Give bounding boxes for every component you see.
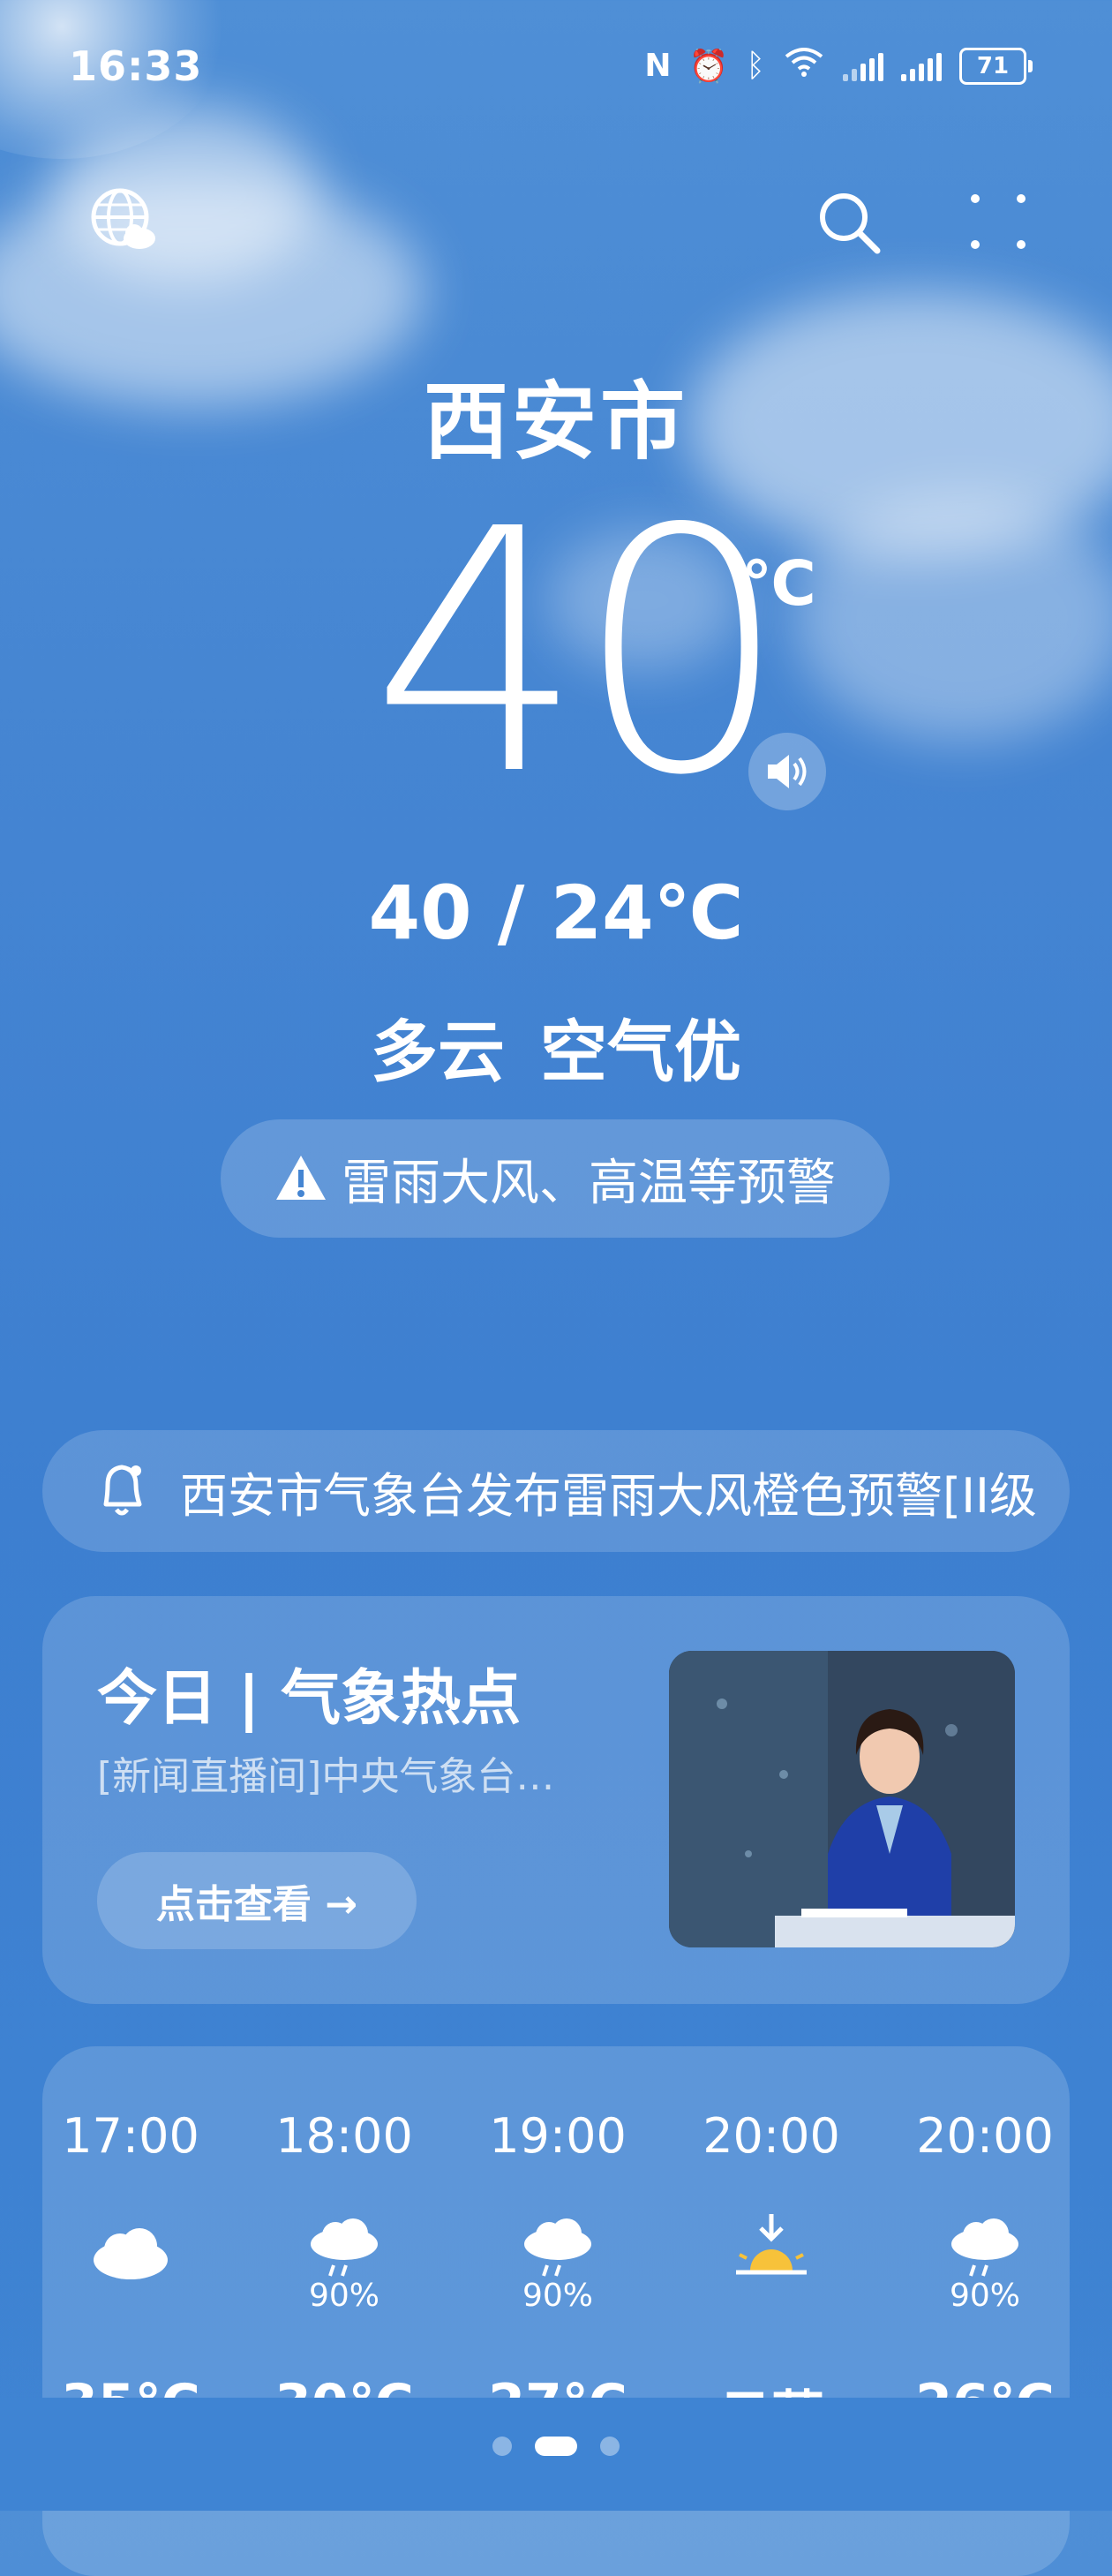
- alarm-icon: ⏰: [688, 48, 729, 85]
- bluetooth-icon: ᛒ: [746, 48, 765, 84]
- rain-icon: [514, 2214, 602, 2285]
- speaker-icon: [768, 755, 807, 788]
- page-dot[interactable]: [492, 2437, 512, 2456]
- globe-weather-icon[interactable]: [88, 185, 159, 260]
- signal-icon: [843, 51, 883, 81]
- temperature-unit: ℃: [741, 547, 816, 620]
- condition-line: 多云 空气优: [0, 998, 1112, 1095]
- cloudy-icon: [86, 2214, 175, 2285]
- precip-chance: 90%: [522, 2278, 593, 2314]
- weather-condition: 多云: [371, 1013, 505, 1091]
- status-bar: 16:33 N ⏰ ᛒ 71: [0, 42, 1112, 95]
- sunset-icon: [727, 2214, 815, 2285]
- temperature-range: 40 / 24℃: [368, 870, 744, 956]
- wifi-icon: [783, 46, 825, 86]
- alert-banner[interactable]: 西安市气象台发布雷雨大风橙色预警[II级: [42, 1430, 1070, 1552]
- status-icons: N ⏰ ᛒ 71: [644, 46, 1033, 86]
- weather-hot-card[interactable]: 今日 | 气象热点 [新闻直播间]中央气象台… 点击查看 →: [42, 1596, 1070, 2004]
- hour-time: 20:00: [703, 2108, 840, 2164]
- card-title: 今日 | 气象热点: [97, 1664, 522, 1734]
- status-time: 16:33: [69, 42, 203, 90]
- hour-time: 17:00: [62, 2108, 199, 2164]
- precip-chance: 90%: [949, 2278, 1020, 2314]
- nfc-icon: N: [644, 48, 672, 84]
- alert-text: 西安市气象台发布雷雨大风橙色预警[II级: [180, 1467, 1037, 1524]
- rain-icon: [300, 2214, 388, 2285]
- signal-icon: [901, 51, 942, 81]
- hour-time: 19:00: [489, 2108, 627, 2164]
- warning-pill[interactable]: 雷雨大风、高温等预警: [221, 1119, 890, 1238]
- hour-time: 18:00: [275, 2108, 413, 2164]
- speaker-button[interactable]: [748, 733, 826, 810]
- view-button[interactable]: 点击查看 →: [97, 1852, 417, 1949]
- warning-icon: [276, 1156, 326, 1200]
- cloud-decoration: [794, 494, 1112, 742]
- warning-text: 雷雨大风、高温等预警: [342, 1154, 836, 1212]
- battery-level: 71: [959, 47, 1026, 85]
- page-indicator[interactable]: [0, 2437, 1112, 2456]
- search-icon[interactable]: [815, 189, 883, 260]
- top-bar: [0, 185, 1112, 256]
- precip-chance: 90%: [308, 2278, 379, 2314]
- card-subtitle: [新闻直播间]中央气象台…: [97, 1754, 555, 1799]
- bell-icon: [95, 1458, 148, 1524]
- more-icon[interactable]: [971, 194, 1027, 251]
- hour-time: 20:00: [916, 2108, 1054, 2164]
- news-anchor-thumbnail[interactable]: [669, 1651, 1015, 1947]
- rain-icon: [941, 2214, 1029, 2285]
- current-temperature: 40: [371, 457, 789, 848]
- page-dot-active[interactable]: [535, 2437, 577, 2456]
- page-dot[interactable]: [600, 2437, 620, 2456]
- air-quality[interactable]: 空气优: [540, 1013, 741, 1091]
- battery-icon: 71: [959, 47, 1033, 85]
